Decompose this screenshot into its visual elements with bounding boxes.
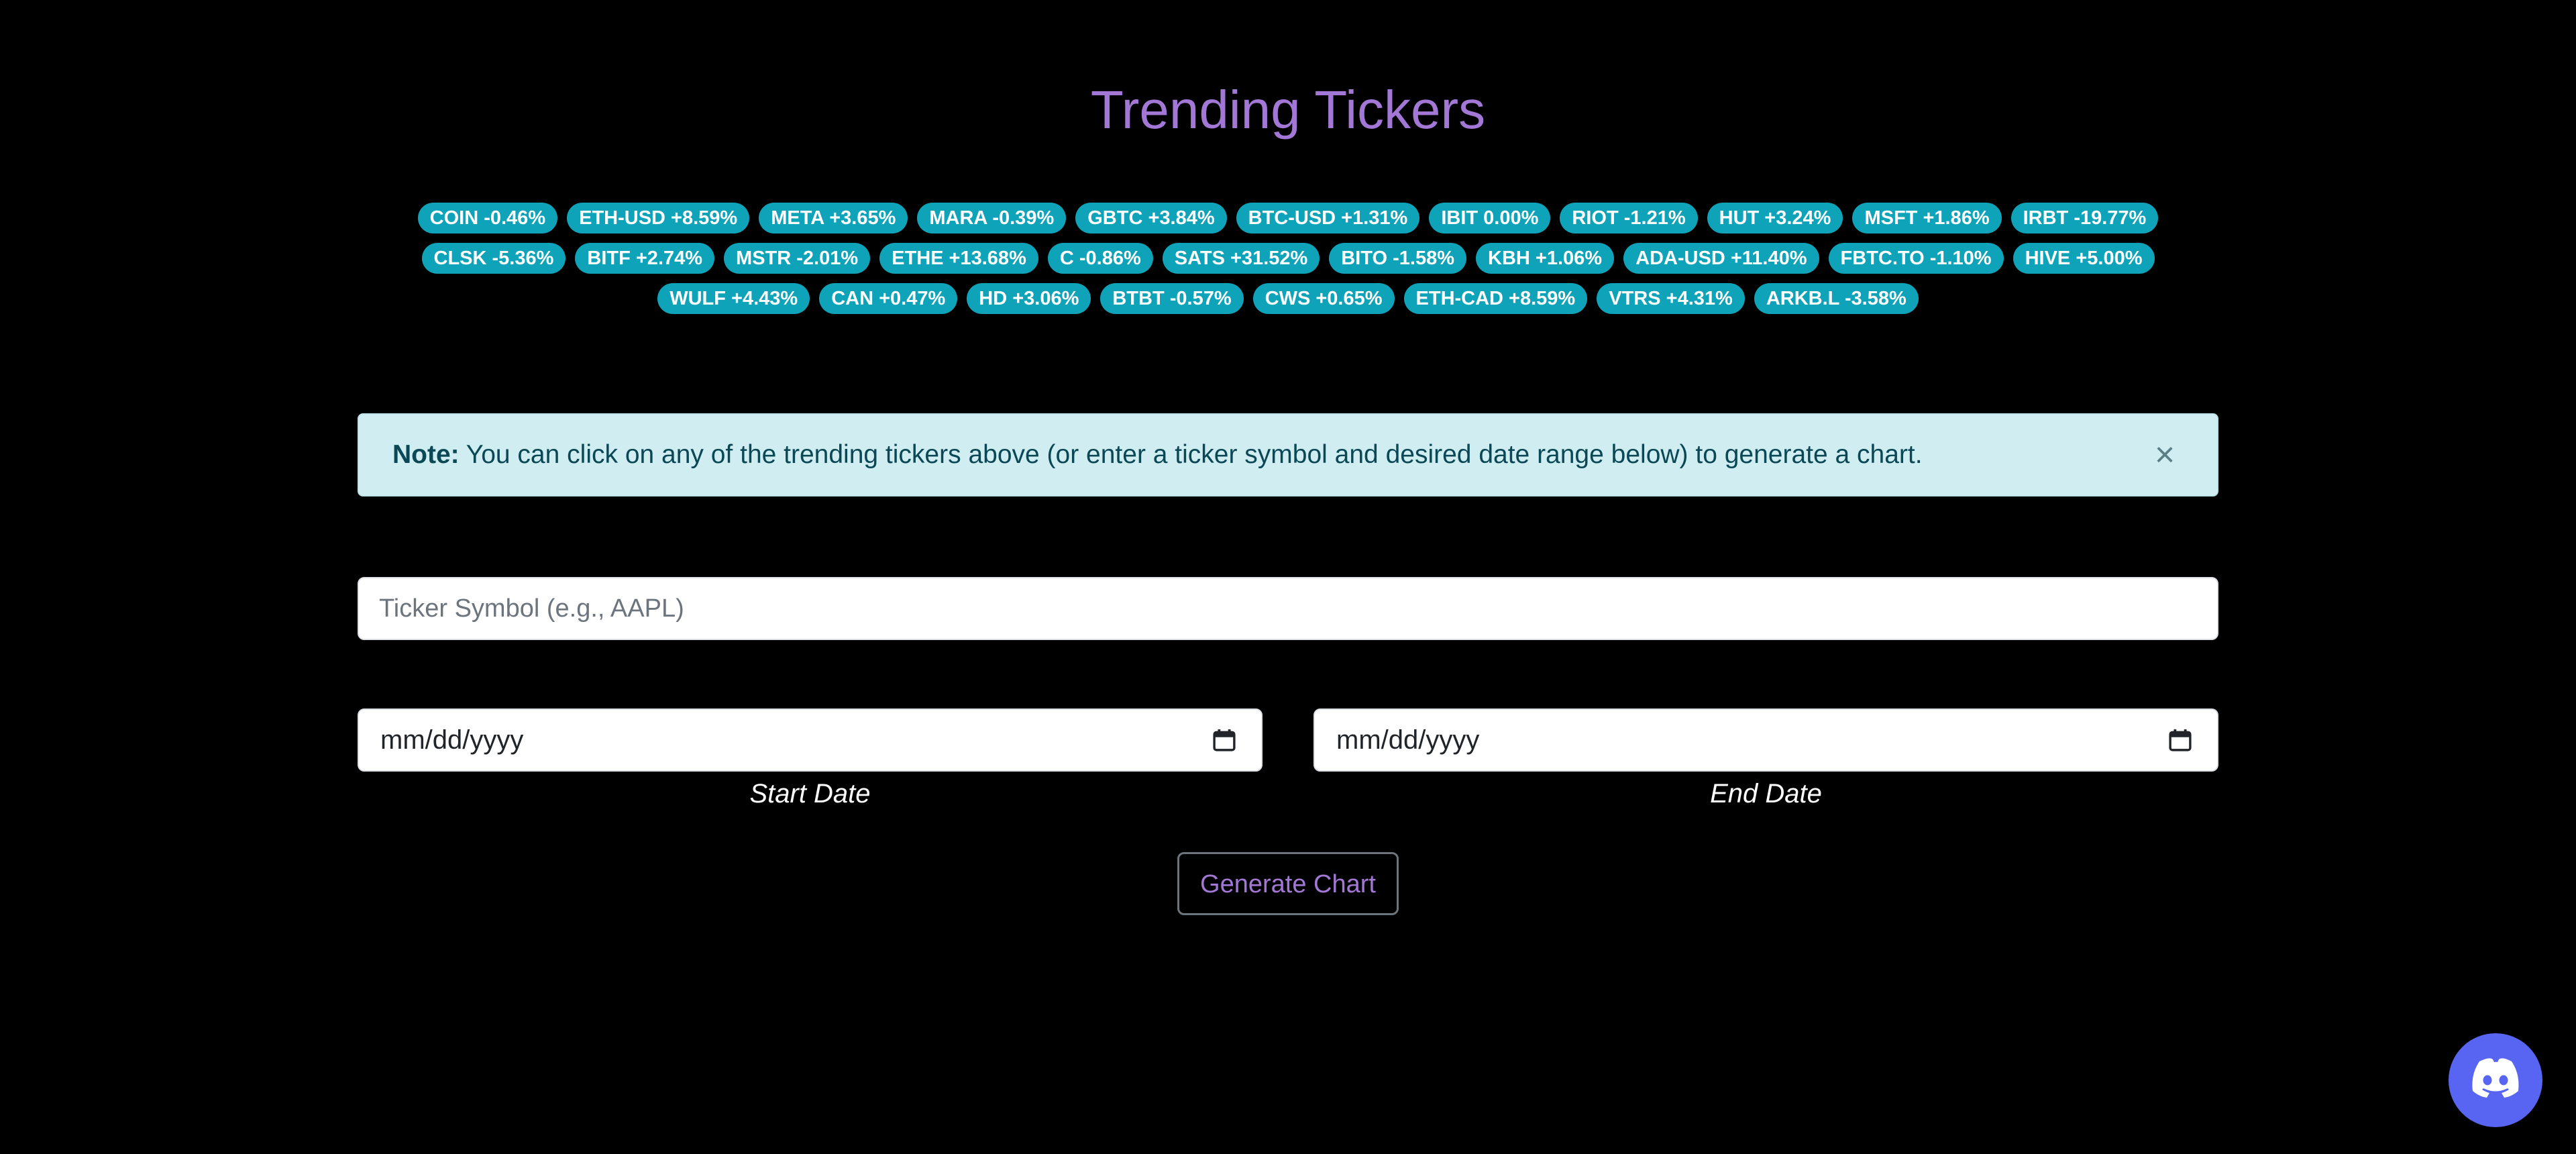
ticker-badge[interactable]: BITO -1.58% <box>1329 243 1466 274</box>
end-date-label: End Date <box>1710 779 1822 808</box>
ticker-badge[interactable]: IBIT 0.00% <box>1429 203 1551 233</box>
discord-icon <box>2472 1058 2519 1098</box>
ticker-badge[interactable]: MSTR -2.01% <box>724 243 871 274</box>
calendar-icon[interactable] <box>1213 729 1236 751</box>
ticker-badge[interactable]: META +3.65% <box>759 203 908 233</box>
calendar-icon[interactable] <box>2169 729 2192 751</box>
note-alert: Note: You can click on any of the trendi… <box>358 413 2218 496</box>
ticker-badge[interactable]: CWS +0.65% <box>1252 283 1395 314</box>
ticker-badge[interactable]: MARA -0.39% <box>917 203 1067 233</box>
ticker-badge[interactable]: HIVE +5.00% <box>2012 243 2155 274</box>
app-root: Trending Tickers COIN -0.46% ETH-USD +8.5… <box>0 0 2576 1154</box>
ticker-badge[interactable]: COIN -0.46% <box>417 203 558 233</box>
ticker-badge[interactable]: ETHE +13.68% <box>879 243 1038 274</box>
note-label: Note: <box>392 440 460 469</box>
page-title: Trending Tickers <box>1090 80 1486 140</box>
note-text: You can click on any of the trending tic… <box>459 440 1923 469</box>
ticker-badge[interactable]: RIOT -1.21% <box>1560 203 1698 233</box>
start-date-label: Start Date <box>749 779 871 808</box>
ticker-badge[interactable]: ETH-USD +8.59% <box>567 203 750 233</box>
ticker-badge[interactable]: HUT +3.24% <box>1707 203 1843 233</box>
end-date-input[interactable]: mm/dd/yyyy <box>1313 709 2218 772</box>
ticker-badge[interactable]: ARKB.L -3.58% <box>1754 283 1919 314</box>
ticker-badge[interactable]: BTC-USD +1.31% <box>1236 203 1420 233</box>
ticker-badge[interactable]: ETH-CAD +8.59% <box>1403 283 1588 314</box>
ticker-badge[interactable]: ADA-USD +11.40% <box>1623 243 1819 274</box>
trending-tickers-list: COIN -0.46% ETH-USD +8.59% META +3.65% MARA… <box>389 203 2187 314</box>
ticker-badge[interactable]: BTBT -0.57% <box>1100 283 1244 314</box>
close-icon[interactable]: × <box>2145 435 2185 475</box>
ticker-badge[interactable]: FBTC.TO -1.10% <box>1828 243 2004 274</box>
ticker-badge[interactable]: IRBT -19.77% <box>2010 203 2159 233</box>
start-date-input[interactable]: mm/dd/yyyy <box>358 709 1263 772</box>
ticker-badge[interactable]: HD +3.06% <box>967 283 1091 314</box>
ticker-badge[interactable]: BITF +2.74% <box>575 243 715 274</box>
end-date-value: mm/dd/yyyy <box>1336 725 1480 755</box>
ticker-badge[interactable]: VTRS +4.31% <box>1597 283 1745 314</box>
ticker-badge[interactable]: KBH +1.06% <box>1476 243 1615 274</box>
ticker-badge[interactable]: SATS +31.52% <box>1162 243 1320 274</box>
discord-button[interactable] <box>2449 1033 2542 1127</box>
ticker-badge[interactable]: MSFT +1.86% <box>1852 203 2002 233</box>
start-date-value: mm/dd/yyyy <box>380 725 524 755</box>
ticker-symbol-input[interactable] <box>358 577 2218 640</box>
generate-chart-button[interactable]: Generate Chart <box>1177 852 1399 915</box>
ticker-badge[interactable]: C -0.86% <box>1047 243 1153 274</box>
ticker-badge[interactable]: WULF +4.43% <box>657 283 810 314</box>
ticker-badge[interactable]: CAN +0.47% <box>819 283 958 314</box>
ticker-badge[interactable]: CLSK -5.36% <box>421 243 566 274</box>
ticker-badge[interactable]: GBTC +3.84% <box>1075 203 1227 233</box>
